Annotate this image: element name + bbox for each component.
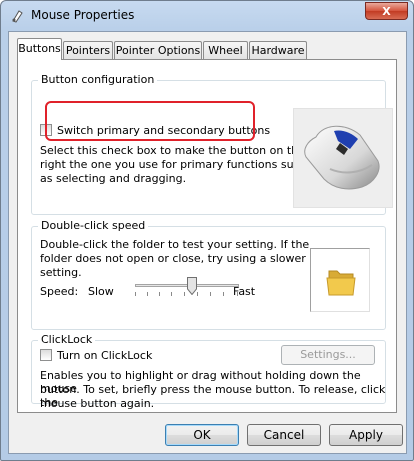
slider-tick: [171, 292, 172, 296]
clicklock-description-3: mouse button again.: [40, 397, 155, 410]
clicklock-legend: ClickLock: [38, 333, 96, 346]
slider-tick: [237, 292, 238, 296]
double-click-description-1: Double-click the folder to test your set…: [40, 238, 310, 251]
cancel-button[interactable]: Cancel: [247, 424, 321, 446]
slider-tick: [223, 292, 224, 296]
clicklock-checkbox[interactable]: [40, 349, 52, 361]
double-click-description-2: folder does not open or close, try using…: [40, 252, 306, 265]
speed-slider-thumb[interactable]: [187, 277, 198, 295]
slider-tick: [135, 292, 136, 296]
clicklock-settings-button[interactable]: Settings...: [281, 345, 375, 365]
title-bar[interactable]: Mouse Properties X: [1, 1, 413, 31]
tab-pointers[interactable]: Pointers: [63, 41, 113, 59]
slider-tick: [210, 292, 211, 296]
slider-tick: [147, 292, 148, 296]
button-config-description-1: Select this check box to make the button…: [40, 144, 305, 157]
double-click-speed-legend: Double-click speed: [38, 219, 149, 232]
close-button[interactable]: X: [365, 2, 408, 20]
ok-button[interactable]: OK: [165, 424, 239, 446]
slow-label: Slow: [88, 285, 114, 298]
annotation-highlight: [45, 101, 255, 141]
mouse-icon: [304, 125, 380, 190]
mouse-app-icon: [12, 10, 23, 23]
tab-wheel[interactable]: Wheel: [203, 41, 248, 59]
mouse-properties-window: Mouse Properties X Buttons Pointers Poin…: [0, 0, 414, 461]
slider-tick: [184, 292, 185, 296]
button-config-description-2: right the one you use for primary functi…: [40, 158, 307, 171]
speed-label: Speed:: [40, 285, 79, 298]
tab-buttons[interactable]: Buttons: [17, 38, 62, 60]
apply-button[interactable]: Apply: [329, 424, 403, 446]
folder-icon: [326, 270, 356, 296]
clicklock-label[interactable]: Turn on ClickLock: [57, 349, 152, 362]
mouse-illustration: [293, 108, 393, 208]
dialog-client: Buttons Pointers Pointer Options Wheel H…: [8, 31, 407, 454]
button-configuration-legend: Button configuration: [38, 73, 158, 86]
double-click-description-3: setting.: [40, 266, 82, 279]
button-config-description-3: as selecting and dragging.: [40, 172, 187, 185]
window-title: Mouse Properties: [31, 8, 135, 22]
slider-tick: [159, 292, 160, 296]
test-folder-box[interactable]: [310, 248, 370, 312]
buttons-tab-panel: Button configuration Switch primary and …: [17, 59, 397, 413]
tab-pointer-options[interactable]: Pointer Options: [114, 41, 202, 59]
tab-hardware[interactable]: Hardware: [249, 41, 307, 59]
